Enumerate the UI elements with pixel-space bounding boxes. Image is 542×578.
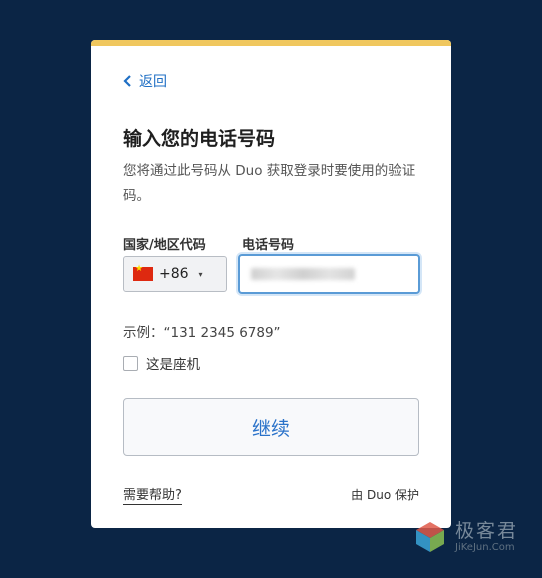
- example-text: 示例：“131 2345 6789”: [123, 325, 281, 341]
- landline-checkbox[interactable]: [123, 355, 138, 371]
- country-code-select[interactable]: +86 ▾: [123, 256, 227, 292]
- enroll-card: 返回 输入您的电话号码 您将通过此号码从 Duo 获取登录时要使用的验证码。 国…: [91, 40, 451, 528]
- secured-by-duo: 由 Duo 保护: [351, 488, 419, 502]
- accent-bar: [91, 40, 451, 46]
- landline-checkbox-row[interactable]: 这是座机: [123, 353, 200, 373]
- site-watermark: 极客君 JiKeJun.Com: [413, 520, 518, 554]
- page-title: 输入您的电话号码: [123, 128, 276, 150]
- watermark-subtitle: JiKeJun.Com: [455, 542, 515, 553]
- landline-label: 这是座机: [146, 357, 200, 373]
- continue-button[interactable]: 继续: [123, 398, 419, 456]
- china-flag-icon: [133, 264, 153, 281]
- country-code-value: +86: [159, 266, 189, 282]
- country-code-label: 国家/地区代码: [123, 238, 206, 253]
- help-link[interactable]: 需要帮助?: [123, 484, 182, 505]
- back-label: 返回: [139, 74, 167, 90]
- page-description: 您将通过此号码从 Duo 获取登录时要使用的验证码。: [123, 163, 416, 204]
- phone-number-input[interactable]: [238, 254, 420, 294]
- watermark-title: 极客君: [455, 520, 519, 542]
- caret-down-icon: ▾: [198, 269, 203, 279]
- phone-number-label: 电话号码: [242, 238, 295, 253]
- cube-logo-icon: [416, 522, 444, 552]
- back-link[interactable]: 返回: [123, 71, 167, 91]
- chevron-left-icon: [123, 75, 131, 87]
